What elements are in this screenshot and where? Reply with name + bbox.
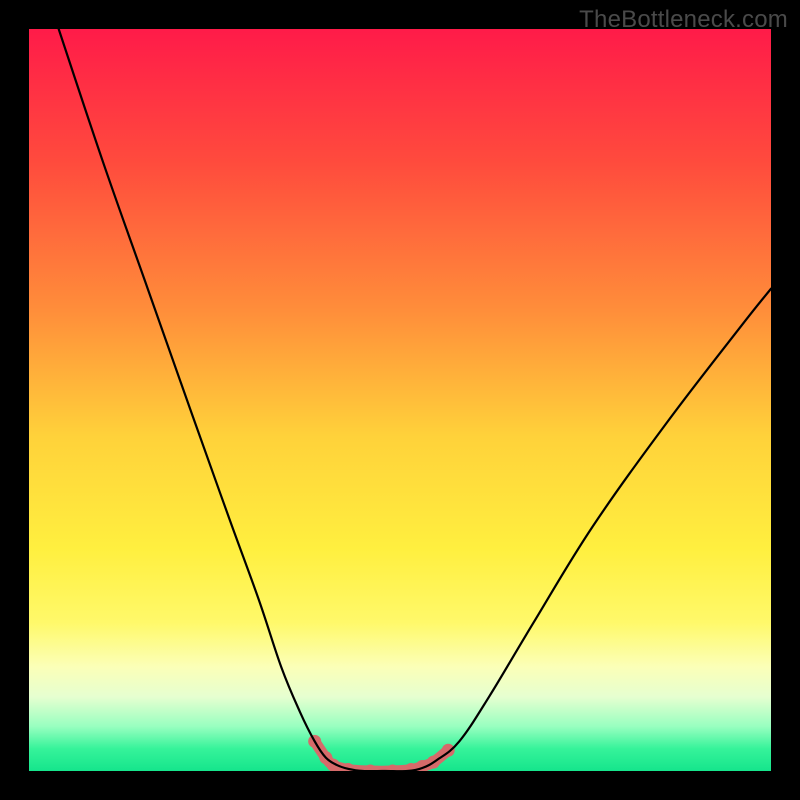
bottleneck-chart xyxy=(29,29,771,771)
chart-frame: TheBottleneck.com xyxy=(0,0,800,800)
chart-background xyxy=(29,29,771,771)
plot-area xyxy=(29,29,771,771)
